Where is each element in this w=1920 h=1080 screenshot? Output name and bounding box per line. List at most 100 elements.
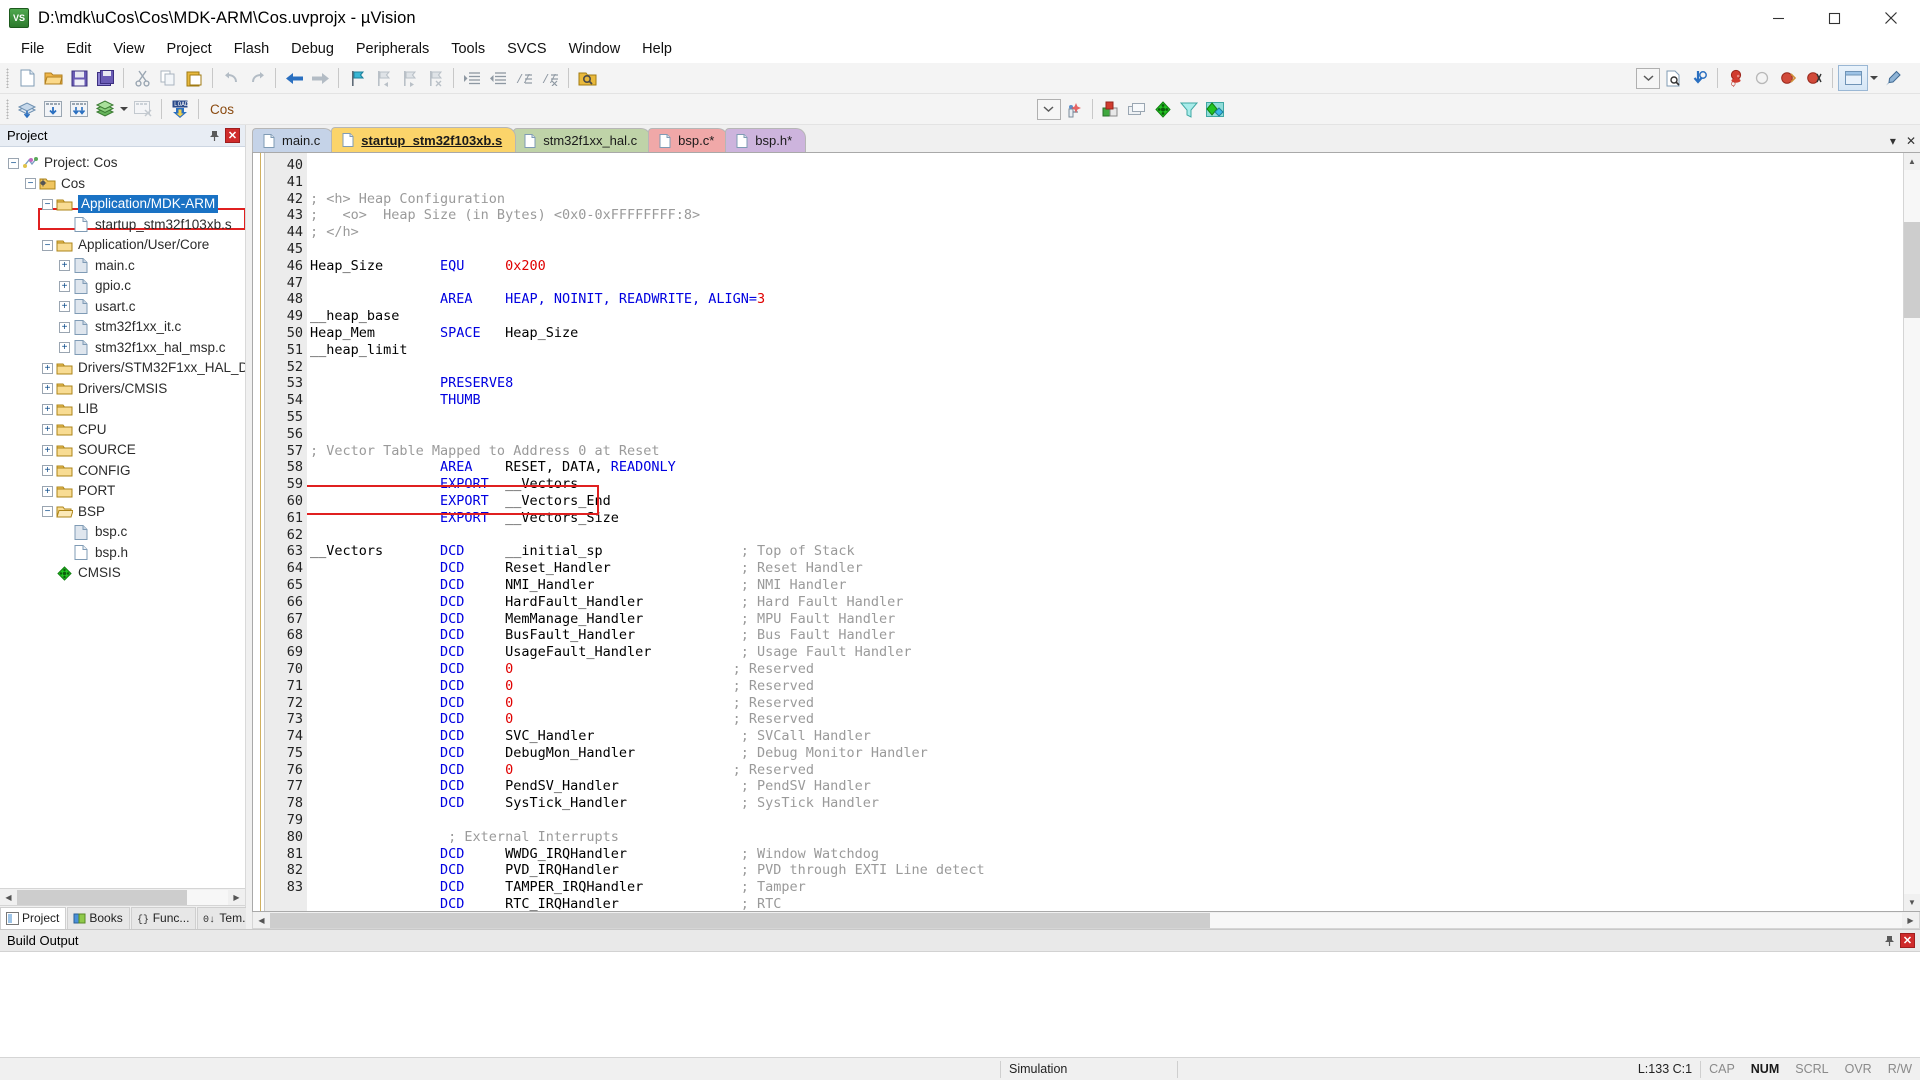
code-line[interactable]: DCD UsageFault_Handler ; Usage Fault Han… xyxy=(310,644,1903,661)
code-line[interactable]: DCD 0 ; Reserved xyxy=(310,678,1903,695)
code-line[interactable]: THUMB xyxy=(310,392,1903,409)
code-line[interactable]: DCD PVD_IRQHandler ; PVD through EXTI Li… xyxy=(310,862,1903,879)
tree-item-bsp-h[interactable]: bsp.h xyxy=(0,543,245,564)
configure-toolbar-icon[interactable] xyxy=(1880,65,1906,91)
pin-icon[interactable] xyxy=(205,127,223,145)
undo-icon[interactable] xyxy=(218,65,244,91)
menu-peripherals[interactable]: Peripherals xyxy=(345,38,440,60)
code-line[interactable]: __Vectors DCD __initial_sp ; Top of Stac… xyxy=(310,543,1903,560)
close-icon[interactable]: ✕ xyxy=(225,128,240,143)
new-file-icon[interactable] xyxy=(14,65,40,91)
code-line[interactable]: DCD 0 ; Reserved xyxy=(310,695,1903,712)
tree-item-cos[interactable]: − Cos xyxy=(0,174,245,195)
save-all-icon[interactable] xyxy=(92,65,118,91)
navigate-back-icon[interactable] xyxy=(281,65,307,91)
pack-installer-icon[interactable] xyxy=(1150,96,1176,122)
tab-books[interactable]: Books xyxy=(67,907,130,929)
code-line[interactable]: EXPORT __Vectors xyxy=(310,476,1903,493)
editor-tab-startup-stm32f103xb-s[interactable]: startup_stm32f103xb.s xyxy=(331,127,517,152)
menu-project[interactable]: Project xyxy=(156,38,223,60)
menu-debug[interactable]: Debug xyxy=(280,38,345,60)
tree-item-bsp-c[interactable]: bsp.c xyxy=(0,522,245,543)
bookmark-clear-icon[interactable] xyxy=(422,65,448,91)
editor-hscrollbar[interactable]: ◀ ▶ xyxy=(252,912,1920,929)
code-line[interactable]: ; <h> Heap Configuration xyxy=(310,191,1903,208)
close-icon[interactable]: ✕ xyxy=(1900,933,1915,948)
collapse-icon[interactable]: − xyxy=(42,506,53,518)
save-icon[interactable] xyxy=(66,65,92,91)
code-line[interactable]: DCD SysTick_Handler ; SysTick Handler xyxy=(310,795,1903,812)
build-icon[interactable] xyxy=(40,96,66,122)
code-line[interactable]: DCD SVC_Handler ; SVCall Handler xyxy=(310,728,1903,745)
menu-tools[interactable]: Tools xyxy=(440,38,496,60)
code-line[interactable]: ; Vector Table Mapped to Address 0 at Re… xyxy=(310,443,1903,460)
collapse-icon[interactable]: − xyxy=(8,157,19,169)
code-line[interactable]: DCD BusFault_Handler ; Bus Fault Handler xyxy=(310,627,1903,644)
hscroll-thumb[interactable] xyxy=(17,889,187,905)
download-icon[interactable]: LOAD xyxy=(167,96,193,122)
menu-flash[interactable]: Flash xyxy=(223,38,280,60)
project-tree[interactable]: − Project: Cos − Cos − Application/MDK-ARM sta… xyxy=(0,147,245,888)
window-layout-button[interactable] xyxy=(1838,65,1868,91)
tree-item-usart-c[interactable]: + usart.c xyxy=(0,297,245,318)
code-line[interactable]: AREA HEAP, NOINIT, READWRITE, ALIGN=3 xyxy=(310,291,1903,308)
code-editor[interactable]: 40 41 42 43 44 45 46 47 48 49 50 51 52 53 54 55 56 57 58 59… xyxy=(252,152,1920,912)
tree-item-bsp[interactable]: − BSP xyxy=(0,502,245,523)
outdent-icon[interactable] xyxy=(485,65,511,91)
code-line[interactable]: DCD Reset_Handler ; Reset Handler xyxy=(310,560,1903,577)
code-line[interactable]: DCD DebugMon_Handler ; Debug Monitor Han… xyxy=(310,745,1903,762)
comment-icon[interactable]: // xyxy=(511,65,537,91)
code-line[interactable] xyxy=(310,426,1903,443)
bookmark-prev-icon[interactable] xyxy=(370,65,396,91)
stop-build-icon[interactable] xyxy=(130,96,156,122)
code-line[interactable] xyxy=(310,275,1903,292)
collapse-icon[interactable]: − xyxy=(42,239,53,251)
disable-breakpoint-icon[interactable] xyxy=(1775,65,1801,91)
code-line[interactable]: DCD RTC_IRQHandler ; RTC xyxy=(310,896,1903,911)
toolbar-grip[interactable] xyxy=(6,68,9,88)
tree-item-gpio-c[interactable]: + gpio.c xyxy=(0,276,245,297)
expand-icon[interactable]: + xyxy=(42,485,53,497)
code-line[interactable]: Heap_Mem SPACE Heap_Size xyxy=(310,325,1903,342)
tree-item-startup-stm32f103xb-s[interactable]: startup_stm32f103xb.s xyxy=(0,215,245,236)
code-line[interactable]: ; External Interrupts xyxy=(310,829,1903,846)
start-debug-icon[interactable]: Q xyxy=(1723,65,1749,91)
bookmark-toggle-icon[interactable] xyxy=(344,65,370,91)
editor-tab-bsp-h[interactable]: bsp.h* xyxy=(725,128,807,152)
tree-item-drivers-stm32f1xx-hal-driv[interactable]: + Drivers/STM32F1xx_HAL_Driv xyxy=(0,358,245,379)
expand-icon[interactable]: + xyxy=(42,444,53,456)
vscroll-thumb[interactable] xyxy=(1904,222,1920,318)
editor-tab-bsp-c[interactable]: bsp.c* xyxy=(648,128,729,152)
scroll-left-arrow[interactable]: ◀ xyxy=(253,912,270,928)
expand-icon[interactable]: + xyxy=(42,362,53,374)
tree-item-config[interactable]: + CONFIG xyxy=(0,461,245,482)
uncomment-icon[interactable]: // xyxy=(537,65,563,91)
expand-icon[interactable]: + xyxy=(59,280,70,292)
tree-item-stm32f1xx-it-c[interactable]: + stm32f1xx_it.c xyxy=(0,317,245,338)
tree-item-port[interactable]: + PORT xyxy=(0,481,245,502)
minimize-button[interactable] xyxy=(1750,0,1806,36)
toolbar-grip[interactable] xyxy=(6,99,9,119)
paste-icon[interactable] xyxy=(181,65,207,91)
tree-item-cmsis[interactable]: CMSIS xyxy=(0,563,245,584)
manage-project-items-icon[interactable] xyxy=(1098,96,1124,122)
tab-project[interactable]: Project xyxy=(0,907,67,929)
rebuild-icon[interactable] xyxy=(66,96,92,122)
open-file-icon[interactable] xyxy=(40,65,66,91)
scroll-right-arrow[interactable]: ▶ xyxy=(1902,912,1919,928)
scroll-right-arrow[interactable]: ▶ xyxy=(228,889,245,905)
tree-item-drivers-cmsis[interactable]: + Drivers/CMSIS xyxy=(0,379,245,400)
redo-icon[interactable] xyxy=(244,65,270,91)
code-line[interactable]: DCD 0 ; Reserved xyxy=(310,661,1903,678)
menu-edit[interactable]: Edit xyxy=(55,38,102,60)
tree-item-lib[interactable]: + LIB xyxy=(0,399,245,420)
copy-icon[interactable] xyxy=(155,65,181,91)
code-text[interactable]: ; <h> Heap Configuration; <o> Heap Size … xyxy=(307,153,1903,911)
code-line[interactable]: DCD 0 ; Reserved xyxy=(310,762,1903,779)
menu-svcs[interactable]: SVCS xyxy=(496,38,558,60)
code-line[interactable]: ; <o> Heap Size (in Bytes) <0x0-0xFFFFFF… xyxy=(310,207,1903,224)
editor-tab-stm32f1xx-hal-c[interactable]: stm32f1xx_hal.c xyxy=(513,128,652,152)
tree-item-main-c[interactable]: + main.c xyxy=(0,256,245,277)
collapse-icon[interactable]: − xyxy=(25,178,36,190)
tree-item-stm32f1xx-hal-msp-c[interactable]: + stm32f1xx_hal_msp.c xyxy=(0,338,245,359)
